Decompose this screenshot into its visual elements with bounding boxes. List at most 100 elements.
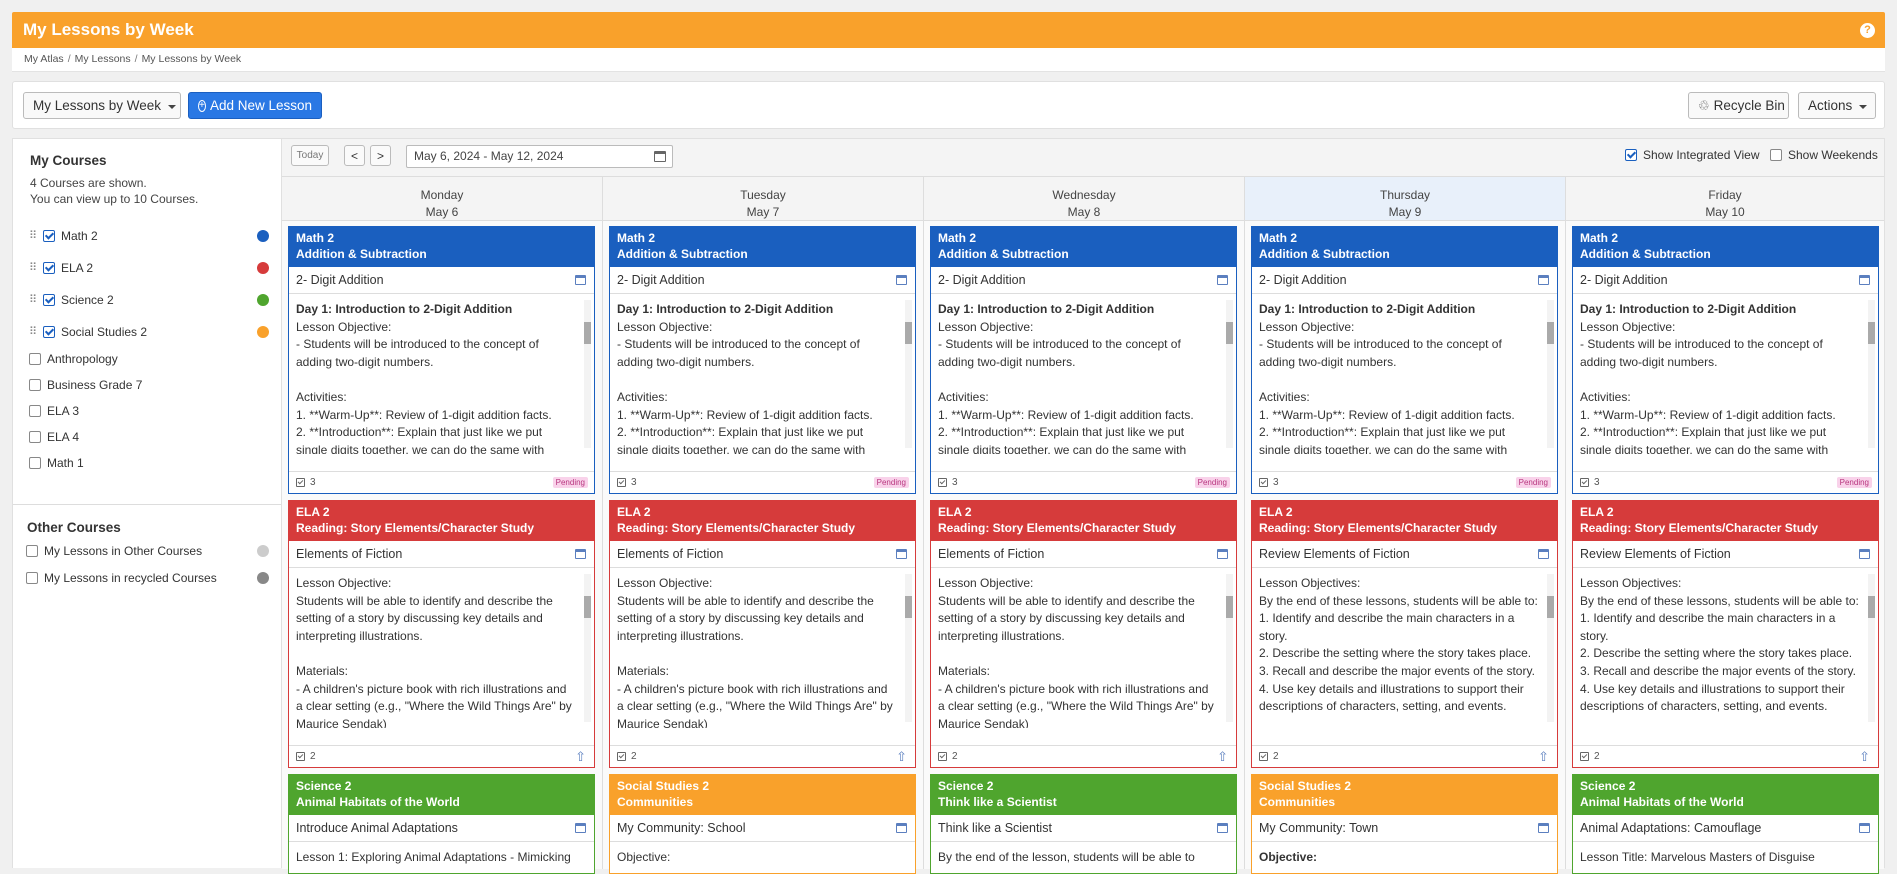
calendar-icon[interactable] xyxy=(1859,549,1870,559)
weekends-checkbox[interactable] xyxy=(1770,149,1782,161)
course-item-ela-2[interactable]: ⠿ ELA 2 xyxy=(29,259,269,277)
lesson-title[interactable]: Review Elements of Fiction xyxy=(1573,541,1878,568)
calendar-icon[interactable] xyxy=(1859,275,1870,285)
lesson-title[interactable]: Think like a Scientist xyxy=(931,815,1236,842)
calendar-icon[interactable] xyxy=(1217,823,1228,833)
scrollbar-thumb[interactable] xyxy=(1547,322,1554,344)
course-checkbox[interactable] xyxy=(26,545,38,557)
lesson-card[interactable]: Math 2 Addition & Subtraction 2- Digit Ad… xyxy=(930,226,1237,494)
pin-icon[interactable]: ⇧ xyxy=(1859,750,1870,763)
lesson-title[interactable]: 2- Digit Addition xyxy=(610,267,915,294)
pin-icon[interactable]: ⇧ xyxy=(1217,750,1228,763)
pin-icon[interactable]: ⇧ xyxy=(575,750,586,763)
lesson-card[interactable]: ELA 2 Reading: Story Elements/Character S… xyxy=(609,500,916,768)
scrollbar-thumb[interactable] xyxy=(1868,322,1875,344)
breadcrumb-my-lessons[interactable]: My Lessons xyxy=(75,53,131,65)
scrollbar-thumb[interactable] xyxy=(1547,596,1554,618)
lesson-card[interactable]: ELA 2 Reading: Story Elements/Character S… xyxy=(1572,500,1879,768)
scrollbar[interactable] xyxy=(1868,300,1875,448)
lesson-card[interactable]: Math 2 Addition & Subtraction 2- Digit Ad… xyxy=(288,226,595,494)
lesson-title[interactable]: 2- Digit Addition xyxy=(1573,267,1878,294)
course-checkbox[interactable] xyxy=(29,353,41,365)
calendar-icon[interactable] xyxy=(1859,823,1870,833)
calendar-icon[interactable] xyxy=(1538,549,1549,559)
breadcrumb-my-atlas[interactable]: My Atlas xyxy=(24,53,64,65)
drag-handle-icon[interactable]: ⠿ xyxy=(29,262,38,274)
scrollbar-thumb[interactable] xyxy=(584,596,591,618)
calendar-icon[interactable] xyxy=(654,151,666,162)
calendar-icon[interactable] xyxy=(575,549,586,559)
drag-handle-icon[interactable]: ⠿ xyxy=(29,326,38,338)
lesson-card[interactable]: ELA 2 Reading: Story Elements/Character S… xyxy=(1251,500,1558,768)
next-week-button[interactable]: > xyxy=(370,145,391,166)
course-checkbox[interactable] xyxy=(29,431,41,443)
date-range-input[interactable]: May 6, 2024 - May 12, 2024 xyxy=(406,145,673,168)
course-item-math-1[interactable]: Math 1 xyxy=(29,454,269,472)
lesson-card[interactable]: Math 2 Addition & Subtraction 2- Digit Ad… xyxy=(1251,226,1558,494)
calendar-icon[interactable] xyxy=(1217,549,1228,559)
course-checkbox[interactable] xyxy=(26,572,38,584)
scrollbar[interactable] xyxy=(1226,574,1233,722)
help-icon[interactable]: ? xyxy=(1860,22,1875,38)
calendar-icon[interactable] xyxy=(575,823,586,833)
add-new-lesson-button[interactable]: + Add New Lesson xyxy=(188,92,322,119)
calendar-icon[interactable] xyxy=(1538,823,1549,833)
course-item-business-grade-7[interactable]: Business Grade 7 xyxy=(29,376,269,394)
scrollbar-thumb[interactable] xyxy=(905,596,912,618)
today-button[interactable]: Today xyxy=(291,145,329,166)
lesson-title[interactable]: 2- Digit Addition xyxy=(289,267,594,294)
lesson-card[interactable]: Social Studies 2 Communities My Community… xyxy=(609,774,916,874)
scrollbar[interactable] xyxy=(1226,300,1233,448)
scrollbar[interactable] xyxy=(584,574,591,722)
scrollbar-thumb[interactable] xyxy=(1868,596,1875,618)
weekends-toggle[interactable]: Show Weekends xyxy=(1770,148,1878,162)
scrollbar-thumb[interactable] xyxy=(1226,322,1233,344)
pin-icon[interactable]: ⇧ xyxy=(896,750,907,763)
prev-week-button[interactable]: < xyxy=(344,145,365,166)
course-item-anthropology[interactable]: Anthropology xyxy=(29,350,269,368)
lesson-title[interactable]: 2- Digit Addition xyxy=(931,267,1236,294)
scrollbar[interactable] xyxy=(905,300,912,448)
lesson-title[interactable]: Animal Adaptations: Camouflage xyxy=(1573,815,1878,842)
scrollbar[interactable] xyxy=(1547,574,1554,722)
lesson-title[interactable]: Review Elements of Fiction xyxy=(1252,541,1557,568)
lesson-card[interactable]: Social Studies 2 Communities My Community… xyxy=(1251,774,1558,874)
pin-icon[interactable]: ⇧ xyxy=(1538,750,1549,763)
lesson-card[interactable]: Math 2 Addition & Subtraction 2- Digit Ad… xyxy=(609,226,916,494)
course-item-science-2[interactable]: ⠿ Science 2 xyxy=(29,291,269,309)
course-item-social-studies-2[interactable]: ⠿ Social Studies 2 xyxy=(29,323,269,341)
scrollbar-thumb[interactable] xyxy=(905,322,912,344)
calendar-icon[interactable] xyxy=(896,275,907,285)
integrated-view-toggle[interactable]: Show Integrated View xyxy=(1625,148,1760,162)
course-checkbox[interactable] xyxy=(43,230,55,242)
drag-handle-icon[interactable]: ⠿ xyxy=(29,230,38,242)
course-item-ela-4[interactable]: ELA 4 xyxy=(29,428,269,446)
lesson-title[interactable]: Elements of Fiction xyxy=(610,541,915,568)
other-item-other-courses[interactable]: My Lessons in Other Courses xyxy=(26,542,269,560)
view-select[interactable]: My Lessons by Week xyxy=(23,92,181,119)
scrollbar-thumb[interactable] xyxy=(1226,596,1233,618)
integrated-view-checkbox[interactable] xyxy=(1625,149,1637,161)
recycle-bin-button[interactable]: ♲ Recycle Bin xyxy=(1688,92,1789,119)
course-checkbox[interactable] xyxy=(29,457,41,469)
course-checkbox[interactable] xyxy=(43,294,55,306)
lesson-card[interactable]: Science 2 Think like a Scientist Think li… xyxy=(930,774,1237,874)
scrollbar[interactable] xyxy=(905,574,912,722)
calendar-icon[interactable] xyxy=(575,275,586,285)
scrollbar[interactable] xyxy=(584,300,591,448)
scrollbar[interactable] xyxy=(1868,574,1875,722)
lesson-title[interactable]: My Community: School xyxy=(610,815,915,842)
scrollbar[interactable] xyxy=(1547,300,1554,448)
calendar-icon[interactable] xyxy=(896,823,907,833)
lesson-title[interactable]: Elements of Fiction xyxy=(289,541,594,568)
lesson-card[interactable]: Math 2 Addition & Subtraction 2- Digit Ad… xyxy=(1572,226,1879,494)
lesson-card[interactable]: ELA 2 Reading: Story Elements/Character S… xyxy=(930,500,1237,768)
calendar-icon[interactable] xyxy=(896,549,907,559)
drag-handle-icon[interactable]: ⠿ xyxy=(29,294,38,306)
calendar-icon[interactable] xyxy=(1538,275,1549,285)
lesson-title[interactable]: Introduce Animal Adaptations xyxy=(289,815,594,842)
lesson-title[interactable]: 2- Digit Addition xyxy=(1252,267,1557,294)
course-checkbox[interactable] xyxy=(43,326,55,338)
lesson-card[interactable]: ELA 2 Reading: Story Elements/Character S… xyxy=(288,500,595,768)
actions-button[interactable]: Actions xyxy=(1798,92,1876,119)
